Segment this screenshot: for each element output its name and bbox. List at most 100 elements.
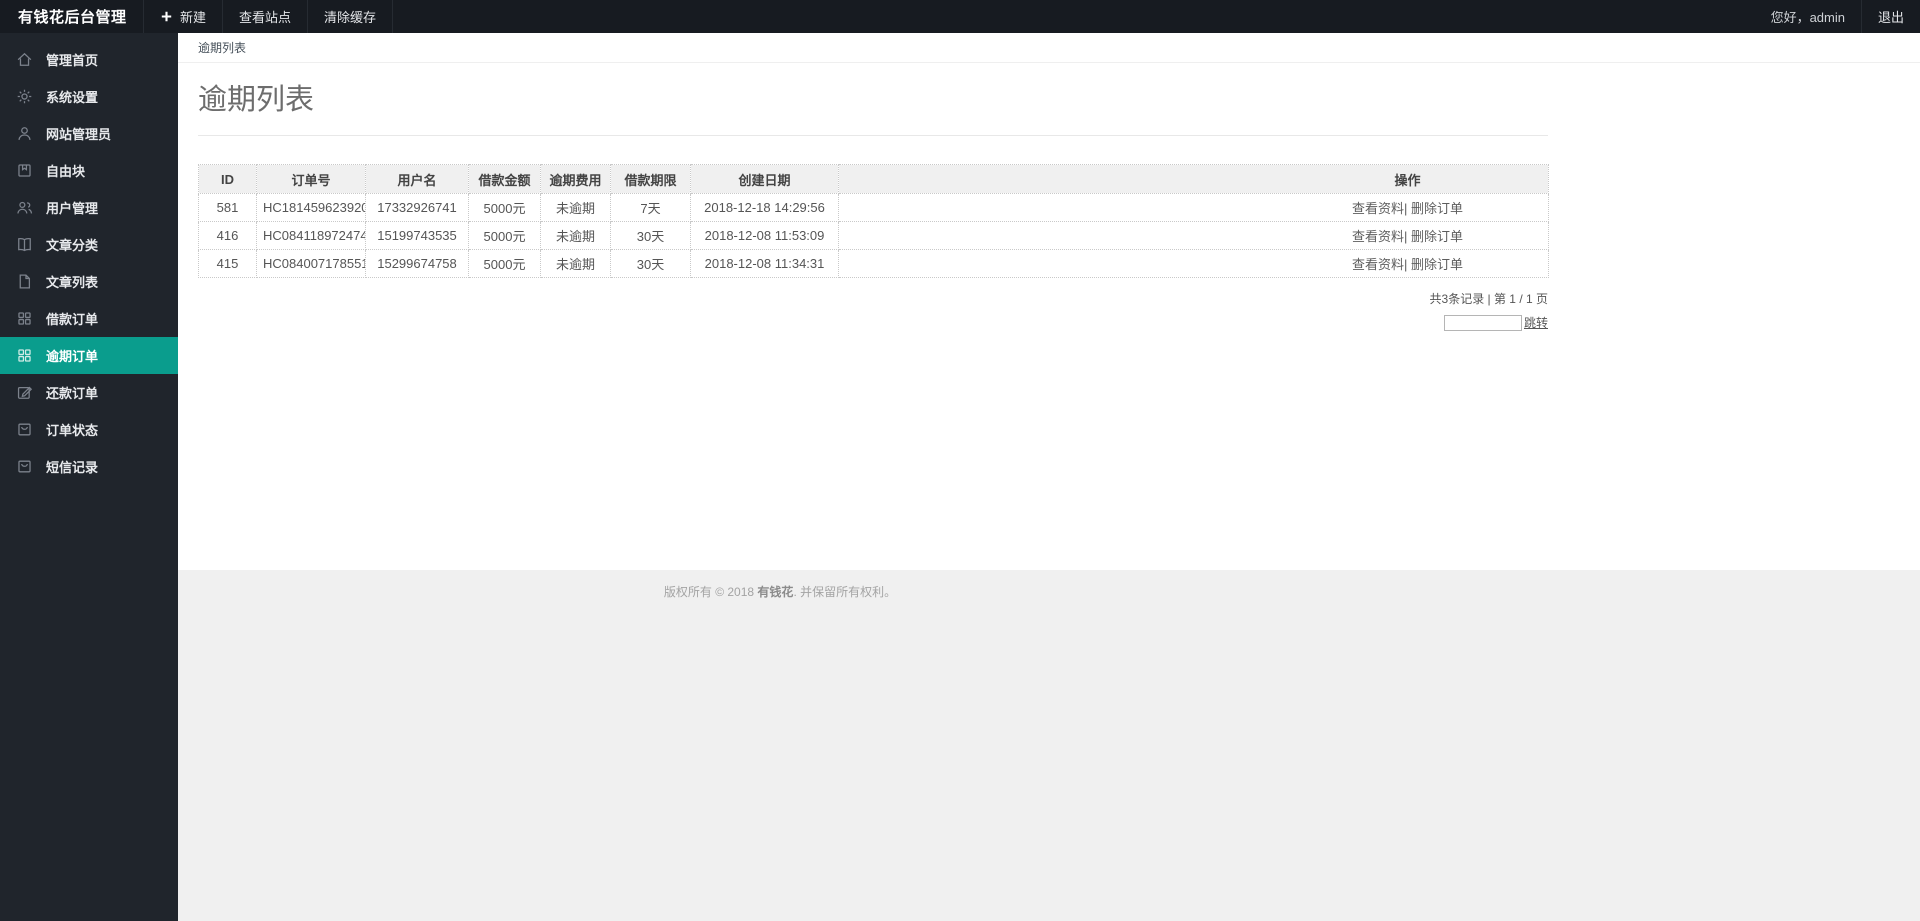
edit-icon: [16, 384, 33, 401]
cell-created: 2018-12-08 11:53:09: [690, 221, 839, 251]
cell-amount: 5000元: [468, 249, 541, 279]
column-header: 借款金额: [468, 164, 541, 195]
cell-username: 15299674758: [365, 249, 469, 279]
sidebar-item-label: 系统设置: [46, 90, 99, 105]
action-separator: |: [1404, 229, 1411, 245]
page-jump-row: 跳转: [198, 314, 1548, 331]
gear-icon: [16, 88, 33, 105]
sidebar-item-label: 用户管理: [46, 201, 99, 216]
breadcrumb-bar: 逾期列表: [178, 33, 1920, 63]
sidebar: 管理首页系统设置网站管理员自由块用户管理文章分类文章列表借款订单逾期订单还款订单…: [0, 33, 178, 921]
admin-user-icon: [16, 125, 33, 142]
logout-button[interactable]: 退出: [1860, 0, 1920, 33]
page-jump-input[interactable]: [1443, 314, 1522, 331]
column-header: ID: [198, 164, 257, 195]
copyright-text: 版权所有 © 2018 有钱花. 并保留所有权利。: [178, 583, 1382, 600]
sidebar-item-label: 订单状态: [46, 423, 99, 438]
block-icon: [16, 162, 33, 179]
action-separator: |: [1404, 201, 1411, 217]
delete-order-link[interactable]: 删除订单: [1411, 257, 1463, 272]
sidebar-item-label: 管理首页: [46, 53, 99, 68]
sidebar-item-repay-orders[interactable]: 还款订单: [0, 374, 178, 411]
view-profile-link[interactable]: 查看资料: [1352, 229, 1404, 244]
sidebar-item-label: 短信记录: [46, 460, 99, 475]
action-separator: |: [1404, 257, 1411, 273]
book-icon: [16, 236, 33, 253]
sidebar-item-label: 网站管理员: [46, 127, 112, 142]
page-title: 逾期列表: [198, 84, 315, 116]
sidebar-item-dashboard[interactable]: 管理首页: [0, 41, 178, 78]
overdue-table-wrap: ID 订单号 用户名 借款金额 逾期费用 借款期限 创建日期 操作 581 HC18145962…: [198, 164, 1549, 279]
cell-created: 2018-12-18 14:29:56: [690, 193, 839, 223]
cell-amount: 5000元: [468, 221, 541, 251]
main-content: 逾期列表 逾期列表 ID 订单号 用户名 借款金额 逾期费用 借款期限 创建日期 操作 581…: [178, 33, 1920, 921]
page-area: 逾期列表 ID 订单号 用户名 借款金额 逾期费用 借款期限 创建日期 操作 581 HC181…: [178, 63, 1920, 570]
column-header: 用户名: [365, 164, 469, 195]
table-row: 581HC18145962392083173329267415000元未逾期7天…: [198, 193, 1549, 223]
archive-icon: [16, 458, 33, 475]
cell-term: 30天: [610, 221, 691, 251]
overdue-table: ID 订单号 用户名 借款金额 逾期费用 借款期限 创建日期 操作 581 HC18145962…: [198, 164, 1549, 279]
users-icon: [16, 199, 33, 216]
row-actions: 查看资料| 删除订单: [838, 249, 1549, 279]
pagination-summary: 共3条记录 | 第 1 / 1 页: [1429, 292, 1548, 307]
cell-overdue-fee: 未逾期: [540, 249, 611, 279]
topbar-menu-label: 清除缓存: [324, 10, 377, 25]
column-header: 订单号: [256, 164, 366, 195]
sidebar-item-user-manage[interactable]: 用户管理: [0, 189, 178, 226]
sidebar-item-settings[interactable]: 系统设置: [0, 78, 178, 115]
sidebar-item-free-block[interactable]: 自由块: [0, 152, 178, 189]
topbar-menu-label: 查看站点: [239, 10, 292, 25]
cell-amount: 5000元: [468, 193, 541, 223]
cell-overdue-fee: 未逾期: [540, 193, 611, 223]
page-jump-link[interactable]: 跳转: [1524, 314, 1548, 331]
sidebar-item-label: 文章列表: [46, 275, 99, 290]
delete-order-link[interactable]: 删除订单: [1411, 229, 1463, 244]
cell-created: 2018-12-08 11:34:31: [690, 249, 839, 279]
pagination: 共3条记录 | 第 1 / 1 页 跳转: [198, 290, 1548, 331]
row-actions: 查看资料| 删除订单: [838, 221, 1549, 251]
sidebar-item-order-status[interactable]: 订单状态: [0, 411, 178, 448]
sidebar-item-label: 还款订单: [46, 386, 99, 401]
grid-icon: [16, 310, 33, 327]
breadcrumb: 逾期列表: [198, 41, 247, 55]
sidebar-item-site-admin[interactable]: 网站管理员: [0, 115, 178, 152]
table-row: 415HC08400717855171152996747585000元未逾期30…: [198, 249, 1549, 279]
cell-term: 7天: [610, 193, 691, 223]
cell-overdue-fee: 未逾期: [540, 221, 611, 251]
sidebar-item-sms-records[interactable]: 短信记录: [0, 448, 178, 485]
title-divider: [198, 135, 1548, 137]
delete-order-link[interactable]: 删除订单: [1411, 201, 1463, 216]
table-header-row: ID 订单号 用户名 借款金额 逾期费用 借款期限 创建日期 操作: [198, 164, 1549, 195]
sidebar-item-label: 借款订单: [46, 312, 99, 327]
home-icon: [16, 51, 33, 68]
plus-icon: [160, 10, 173, 23]
sidebar-item-label: 逾期订单: [46, 349, 99, 364]
sidebar-item-article-list[interactable]: 文章列表: [0, 263, 178, 300]
topbar-menu-view-site[interactable]: 查看站点: [222, 0, 307, 33]
topbar-menu-new[interactable]: 新建: [143, 0, 222, 33]
cell-username: 15199743535: [365, 221, 469, 251]
cell-order-no: HC08411897247492: [256, 221, 366, 251]
footer: 版权所有 © 2018 有钱花. 并保留所有权利。: [178, 570, 1920, 921]
file-icon: [16, 273, 33, 290]
view-profile-link[interactable]: 查看资料: [1352, 257, 1404, 272]
cell-order-no: HC08400717855171: [256, 249, 366, 279]
sidebar-item-overdue-orders[interactable]: 逾期订单: [0, 337, 178, 374]
column-header: 逾期费用: [540, 164, 611, 195]
user-greeting: 您好，admin: [1770, 10, 1845, 25]
sidebar-item-loan-orders[interactable]: 借款订单: [0, 300, 178, 337]
column-header: 创建日期: [690, 164, 839, 195]
topbar-menu-clear-cache[interactable]: 清除缓存: [307, 0, 394, 33]
topbar-menu-label: 新建: [180, 10, 207, 25]
sidebar-item-label: 文章分类: [46, 238, 99, 253]
archive-icon: [16, 421, 33, 438]
cell-id: 581: [198, 193, 257, 223]
topbar-menu: 新建 查看站点 清除缓存: [143, 0, 394, 33]
sidebar-item-article-cats[interactable]: 文章分类: [0, 226, 178, 263]
sidebar-item-label: 自由块: [46, 164, 86, 179]
cell-id: 416: [198, 221, 257, 251]
view-profile-link[interactable]: 查看资料: [1352, 201, 1404, 216]
column-header: 操作: [838, 164, 1549, 195]
